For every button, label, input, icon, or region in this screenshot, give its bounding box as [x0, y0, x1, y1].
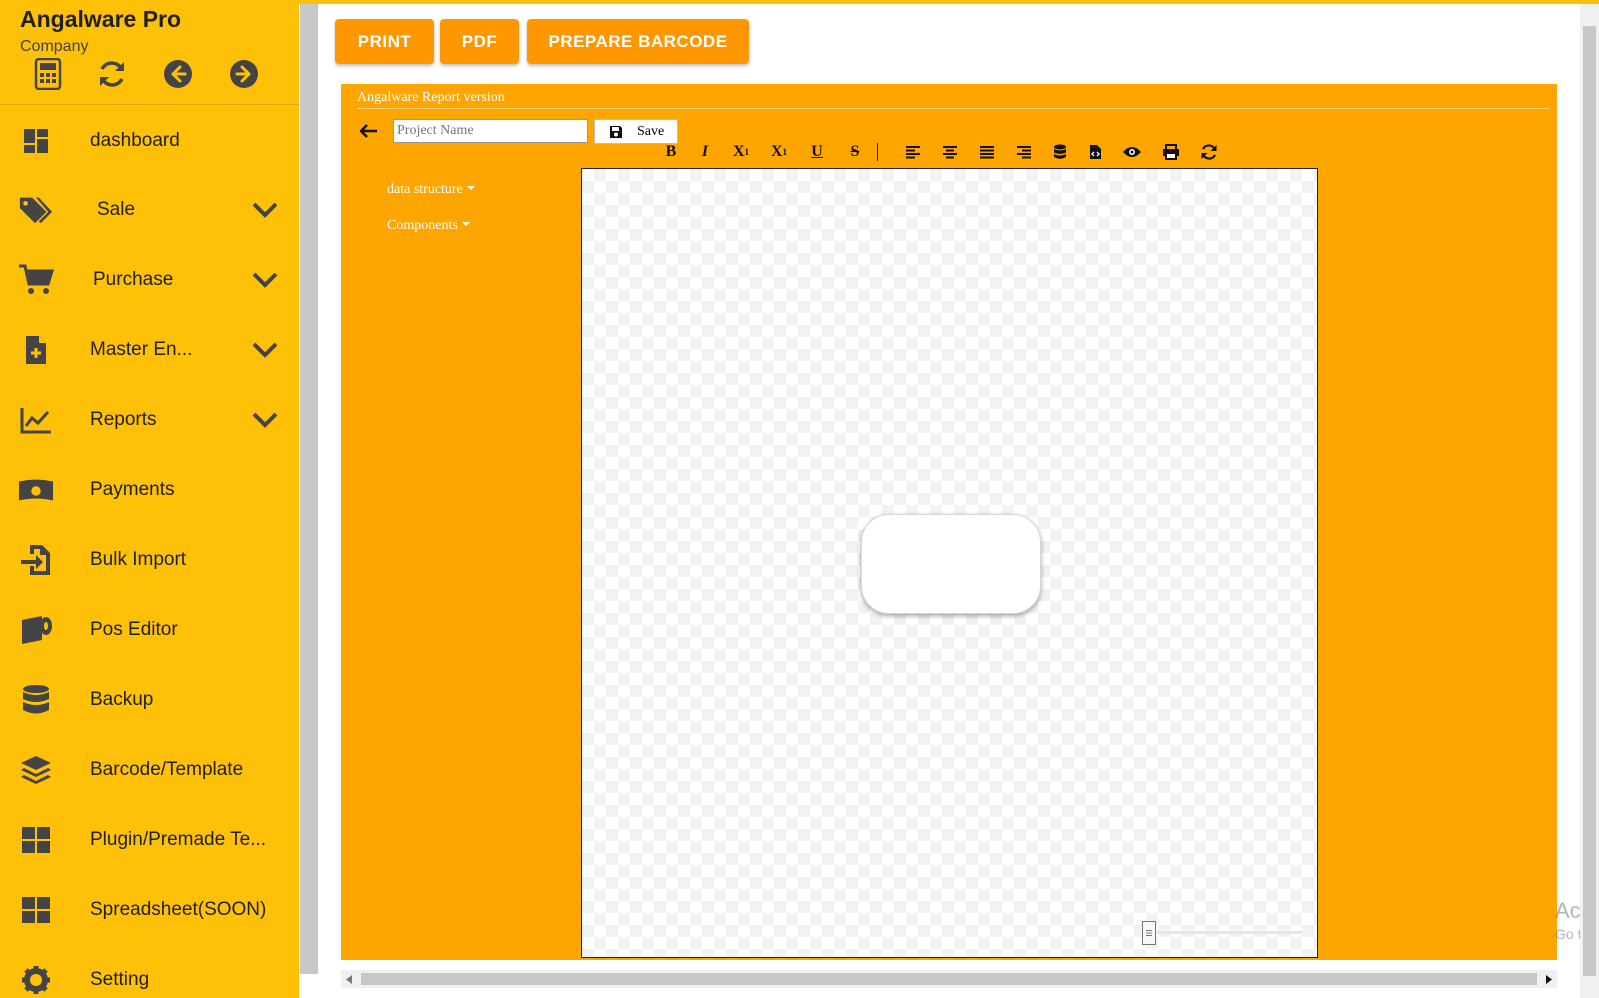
database-icon[interactable]	[1048, 140, 1072, 164]
caret-down-icon	[461, 222, 470, 226]
watermark-line1: Acti	[1555, 898, 1580, 923]
report-designer-panel: Angalware Report version Save B I X1 X1 …	[341, 84, 1557, 960]
gear-icon	[18, 962, 54, 998]
sidebar-item-master-entry[interactable]: Master En...	[0, 320, 299, 380]
zoom-slider-track[interactable]	[1142, 931, 1302, 934]
chart-line-icon	[18, 402, 54, 438]
report-title: Angalware Report version	[357, 90, 505, 105]
sidebar-scrollbar[interactable]	[300, 4, 318, 974]
sidebar-item-sale[interactable]: Sale	[0, 180, 299, 240]
sidebar-item-label: dashboard	[90, 130, 180, 151]
chevron-down-icon[interactable]	[250, 195, 280, 225]
sidebar-item-plugin-templates[interactable]: Plugin/Premade Te...	[0, 810, 299, 870]
components-label: Components	[387, 218, 458, 233]
sidebar-item-label: Bulk Import	[90, 549, 187, 570]
rounded-rectangle-shape[interactable]	[861, 514, 1041, 614]
sidebar-item-label: Purchase	[93, 269, 174, 290]
align-center-icon[interactable]	[938, 140, 962, 164]
page-scrollbar[interactable]	[1580, 4, 1599, 998]
horizontal-scroll-thumb[interactable]	[361, 973, 1537, 985]
file-plus-icon	[18, 332, 54, 368]
calculator-icon[interactable]	[30, 56, 66, 92]
sidebar-item-label: Spreadsheet(SOON)	[90, 899, 267, 920]
grid-icon	[18, 892, 54, 928]
top-accent-line	[0, 0, 1599, 4]
align-justify-icon[interactable]	[975, 140, 999, 164]
strikethrough-icon[interactable]: S	[843, 140, 867, 164]
sidebar-item-label: Pos Editor	[90, 619, 178, 640]
floppy-disk-icon	[609, 125, 623, 139]
superscript-icon[interactable]: X1	[729, 140, 753, 164]
chevron-down-icon[interactable]	[250, 405, 280, 435]
pdf-button[interactable]: PDF	[440, 19, 519, 64]
sidebar-item-label: Barcode/Template	[90, 759, 244, 780]
sidebar-item-backup[interactable]: Backup	[0, 670, 299, 730]
sidebar-item-label: Backup	[90, 689, 154, 710]
page-scroll-thumb[interactable]	[1583, 26, 1596, 976]
sidebar-item-spreadsheet[interactable]: Spreadsheet(SOON)	[0, 880, 299, 940]
refresh-icon[interactable]	[94, 56, 130, 92]
horizontal-scrollbar[interactable]	[341, 970, 1557, 988]
data-structure-menu[interactable]: data structure	[387, 182, 475, 198]
zoom-slider-handle[interactable]	[1142, 921, 1156, 945]
data-structure-label: data structure	[387, 182, 463, 197]
money-icon	[18, 472, 54, 508]
print-icon[interactable]	[1159, 140, 1183, 164]
arrow-right-circle-icon[interactable]	[226, 56, 262, 92]
underline-icon[interactable]: U	[805, 140, 829, 164]
database-icon	[18, 682, 54, 718]
sidebar-item-dashboard[interactable]: dashboard	[0, 111, 299, 171]
import-icon	[18, 542, 54, 578]
italic-icon[interactable]: I	[693, 140, 717, 164]
sidebar-item-payments[interactable]: Payments	[0, 460, 299, 520]
prepare-barcode-button[interactable]: PREPARE BARCODE	[527, 19, 749, 64]
panel-divider	[357, 108, 1549, 109]
project-name-input[interactable]	[393, 119, 588, 143]
eye-icon[interactable]	[1120, 140, 1144, 164]
toolbar-separator	[877, 143, 878, 161]
sidebar-item-barcode-template[interactable]: Barcode/Template	[0, 740, 299, 800]
sidebar-divider	[0, 104, 299, 105]
sidebar-item-label: Payments	[90, 479, 175, 500]
align-right-icon[interactable]	[1012, 140, 1036, 164]
sidebar-item-pos-editor[interactable]: Pos Editor	[0, 600, 299, 660]
refresh-icon[interactable]	[1197, 140, 1221, 164]
components-menu[interactable]: Components	[387, 218, 470, 234]
sidebar-item-setting[interactable]: Setting	[0, 950, 299, 998]
bold-icon[interactable]: B	[659, 140, 683, 164]
align-left-icon[interactable]	[901, 140, 925, 164]
design-canvas[interactable]	[581, 168, 1318, 958]
app-subtitle: Company	[20, 38, 89, 55]
chevron-down-icon[interactable]	[250, 335, 280, 365]
sidebar-item-reports[interactable]: Reports	[0, 390, 299, 450]
scroll-right-arrow-icon[interactable]	[1543, 973, 1555, 985]
sidebar-item-label: Reports	[90, 409, 157, 430]
sidebar-item-purchase[interactable]: Purchase	[0, 250, 299, 310]
grid-icon	[18, 822, 54, 858]
sidebar-item-label: Plugin/Premade Te...	[90, 829, 267, 850]
cart-icon	[18, 262, 54, 298]
tags-icon	[18, 192, 54, 228]
file-code-icon[interactable]	[1083, 140, 1107, 164]
print-button[interactable]: PRINT	[335, 19, 434, 64]
save-label: Save	[637, 123, 665, 139]
layers-icon	[18, 752, 54, 788]
activation-watermark: Acti Go to	[1555, 896, 1580, 942]
sidebar: Angalware Pro Company dashboard Sale Pur…	[0, 0, 299, 998]
sidebar-item-label: Master En...	[90, 339, 193, 360]
arrow-left-circle-icon[interactable]	[160, 56, 196, 92]
app-title: Angalware Pro	[20, 6, 182, 32]
chevron-down-icon[interactable]	[250, 265, 280, 295]
sidebar-item-label: Sale	[97, 199, 136, 220]
back-arrow-icon[interactable]	[357, 120, 381, 142]
watermark-line2: Go to	[1555, 926, 1580, 942]
caret-down-icon	[466, 186, 475, 190]
sidebar-item-bulk-import[interactable]: Bulk Import	[0, 530, 299, 590]
quick-actions	[30, 56, 270, 96]
sidebar-item-label: Setting	[90, 969, 150, 990]
dashboard-icon	[18, 123, 54, 159]
receipt-roll-icon	[18, 612, 54, 648]
scroll-left-arrow-icon[interactable]	[343, 973, 355, 985]
subscript-icon[interactable]: X1	[767, 140, 791, 164]
